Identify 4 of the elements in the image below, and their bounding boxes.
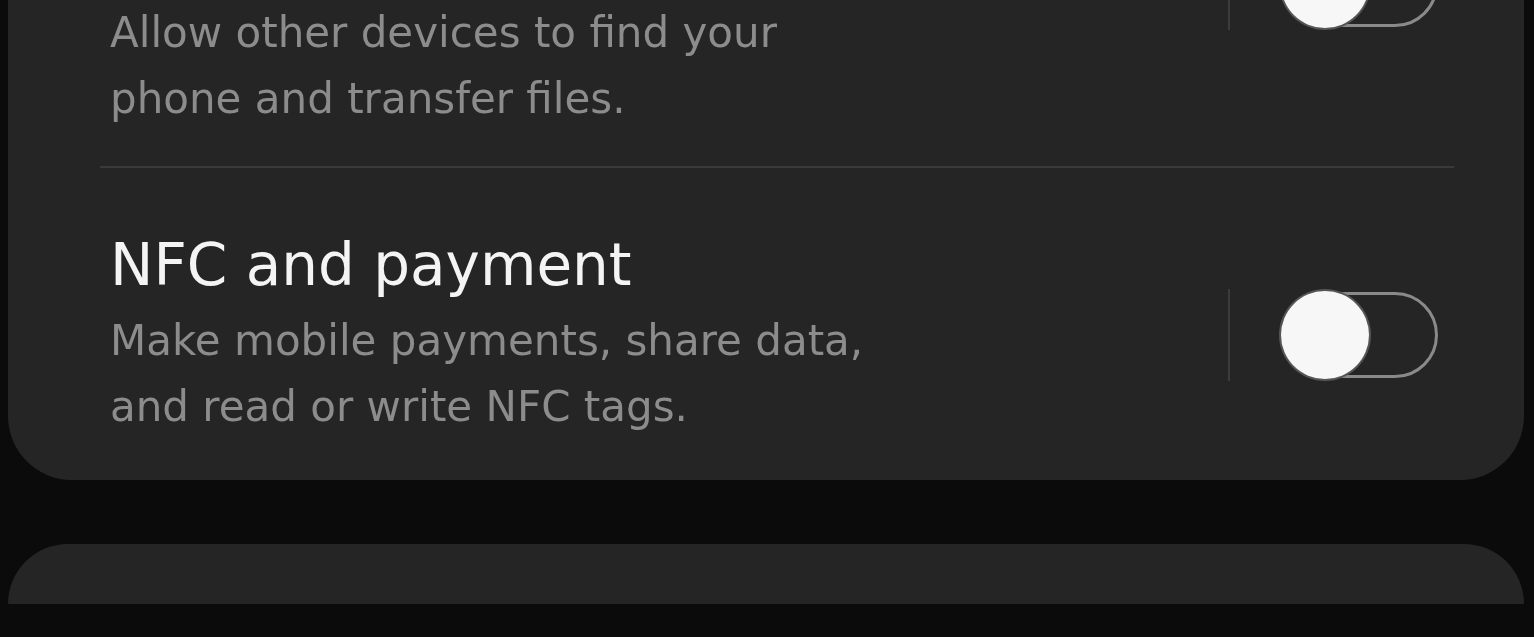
toggle-switch[interactable]: [1282, 292, 1438, 378]
setting-description: Make mobile payments, share data, and read or write NFC tags.: [110, 315, 865, 433]
setting-description: Allow other devices to find your phone and transfer files.: [110, 7, 778, 125]
setting-title: NFC and payment: [110, 230, 633, 300]
